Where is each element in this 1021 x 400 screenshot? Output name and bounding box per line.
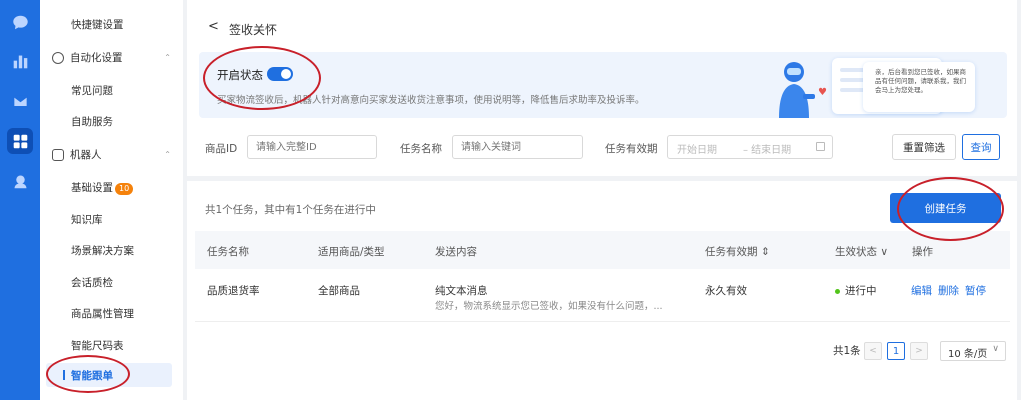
column-header: 适用商品/类型 (318, 246, 385, 258)
reset-filter-button[interactable]: 重置筛选 (892, 134, 956, 160)
column-header: 发送内容 (435, 246, 477, 258)
content-preview: 您好，物流系统显示您已签收，如果没有什么问题，... (435, 301, 663, 312)
task-name: 品质退货率 (207, 285, 260, 297)
chevron-up-icon: ⌃ (164, 150, 171, 159)
mail-icon[interactable] (7, 88, 33, 114)
query-button[interactable]: 查询 (962, 134, 1000, 160)
count-badge: 10 (115, 183, 134, 195)
chat-icon[interactable] (7, 9, 33, 35)
sidebar-item-scenario[interactable]: 场景解决方案 (71, 243, 134, 258)
sidebar-item-attributes[interactable]: 商品属性管理 (71, 306, 134, 321)
validity-label: 任务有效期 (605, 143, 658, 155)
column-header: 操作 (912, 246, 933, 258)
robot-illustration (779, 62, 815, 118)
status-dot-icon (835, 288, 840, 294)
chat-bubble: 亲，后台看到您已签收，如果商品有任何问题，请联系我，我们会马上为您处理。 (863, 62, 975, 112)
sidebar-item-label: 基础设置 (71, 182, 113, 194)
sidebar-item-smart-follow[interactable]: 智能跟单 (46, 363, 172, 387)
sidebar-group-automation[interactable]: 自动化设置 ⌃ (52, 50, 177, 65)
sidebar-item-label: 智能跟单 (71, 370, 113, 382)
sidebar-group-robot[interactable]: 机器人 ⌃ (52, 147, 177, 162)
next-page-button[interactable]: > (910, 342, 928, 360)
sidebar-item-size-chart[interactable]: 智能尺码表 (71, 338, 124, 353)
edit-button[interactable]: 编辑 (911, 285, 932, 297)
status-toggle[interactable] (267, 67, 293, 81)
sidebar-group-label: 机器人 (70, 149, 102, 161)
product-id-input[interactable] (247, 135, 377, 159)
pagination-total: 共1条 (833, 345, 861, 357)
main-content: < 签收关怀 开启状态 买家物流签收后，机器人针对高意向买家发送收货注意事项，使… (187, 0, 1021, 400)
chevron-up-icon: ⌃ (164, 53, 171, 62)
product-id-label: 商品ID (205, 143, 238, 155)
status-badge: 进行中 (835, 283, 877, 298)
icon-rail (0, 0, 40, 400)
column-header-filter[interactable]: 生效状态 ∨ (835, 244, 888, 259)
sidebar-item-shortcut[interactable]: 快捷键设置 (71, 17, 124, 32)
status-label: 开启状态 (217, 68, 263, 82)
page-size-select[interactable]: 10 条/页 ∨ (940, 341, 1006, 361)
prev-page-button[interactable]: < (864, 342, 882, 360)
heart-icon: ♥ (818, 87, 827, 98)
content-type: 纯文本消息 (435, 285, 488, 297)
sidebar-item-faq[interactable]: 常见问题 (71, 83, 113, 98)
start-date: 开始日期 (677, 145, 717, 156)
apps-icon[interactable] (7, 128, 33, 154)
chart-icon[interactable] (7, 48, 33, 74)
end-date: – 结束日期 (743, 145, 792, 156)
page-number-current[interactable]: 1 (887, 342, 905, 360)
settings-card: < 签收关怀 开启状态 买家物流签收后，机器人针对高意向买家发送收货注意事项，使… (187, 0, 1017, 176)
task-products: 全部商品 (318, 285, 360, 297)
delete-button[interactable]: 删除 (938, 285, 959, 297)
task-list-card: 共1个任务，其中有1个任务在进行中 创建任务 任务名称 适用商品/类型 发送内容… (187, 181, 1017, 400)
table-header: 任务名称 适用商品/类型 发送内容 任务有效期 ⇕ 生效状态 ∨ 操作 (195, 231, 1010, 269)
task-validity: 永久有效 (705, 285, 747, 297)
create-task-button[interactable]: 创建任务 (890, 193, 1001, 223)
sidebar-menu: 快捷键设置 自动化设置 ⌃ 常见问题 自助服务 机器人 ⌃ 基础设置 10 知识库… (40, 0, 183, 400)
automation-icon (52, 51, 64, 64)
page-size-value: 10 条/页 (948, 349, 988, 360)
pause-button[interactable]: 暂停 (965, 285, 986, 297)
column-header: 任务名称 (207, 246, 249, 258)
sidebar-item-basic-settings[interactable]: 基础设置 10 (71, 180, 134, 195)
sidebar-item-qa[interactable]: 会话质检 (71, 275, 113, 290)
date-range-picker[interactable]: 开始日期 – 结束日期 (667, 135, 833, 159)
status-text: 进行中 (845, 285, 877, 297)
sidebar-item-self-service[interactable]: 自助服务 (71, 114, 113, 129)
active-indicator (63, 370, 65, 380)
sidebar-group-label: 自动化设置 (70, 52, 123, 64)
chevron-down-icon: ∨ (992, 344, 999, 354)
back-button[interactable]: < (208, 19, 219, 34)
task-summary: 共1个任务，其中有1个任务在进行中 (205, 204, 376, 216)
row-actions: 编辑 删除 暂停 (911, 283, 992, 298)
feature-banner: 开启状态 买家物流签收后，机器人针对高意向买家发送收货注意事项，使用说明等，降低… (199, 52, 1007, 118)
column-header-sortable[interactable]: 任务有效期 ⇕ (705, 244, 770, 259)
page-title: 签收关怀 (229, 23, 278, 37)
banner-description: 买家物流签收后，机器人针对高意向买家发送收货注意事项，使用说明等，降低售后求助率… (217, 95, 645, 106)
service-icon[interactable] (7, 168, 33, 194)
robot-icon (52, 148, 64, 161)
calendar-icon (816, 142, 825, 151)
task-name-label: 任务名称 (400, 143, 442, 155)
sidebar-item-knowledge[interactable]: 知识库 (71, 212, 103, 227)
task-name-input[interactable] (452, 135, 583, 159)
table-row: 品质退货率 全部商品 纯文本消息 您好，物流系统显示您已签收，如果没有什么问题，… (195, 270, 1010, 322)
